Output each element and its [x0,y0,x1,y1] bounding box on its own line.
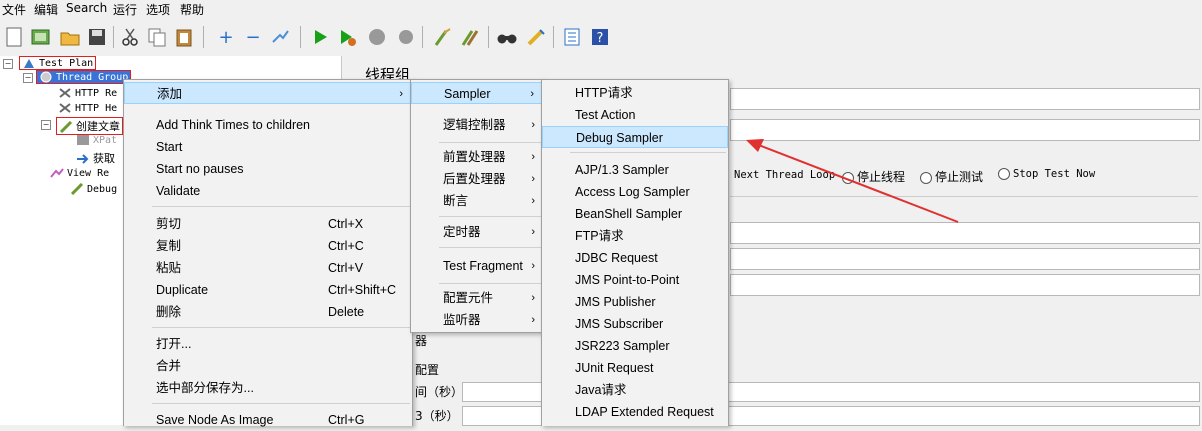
annotation-arrow [746,139,959,223]
